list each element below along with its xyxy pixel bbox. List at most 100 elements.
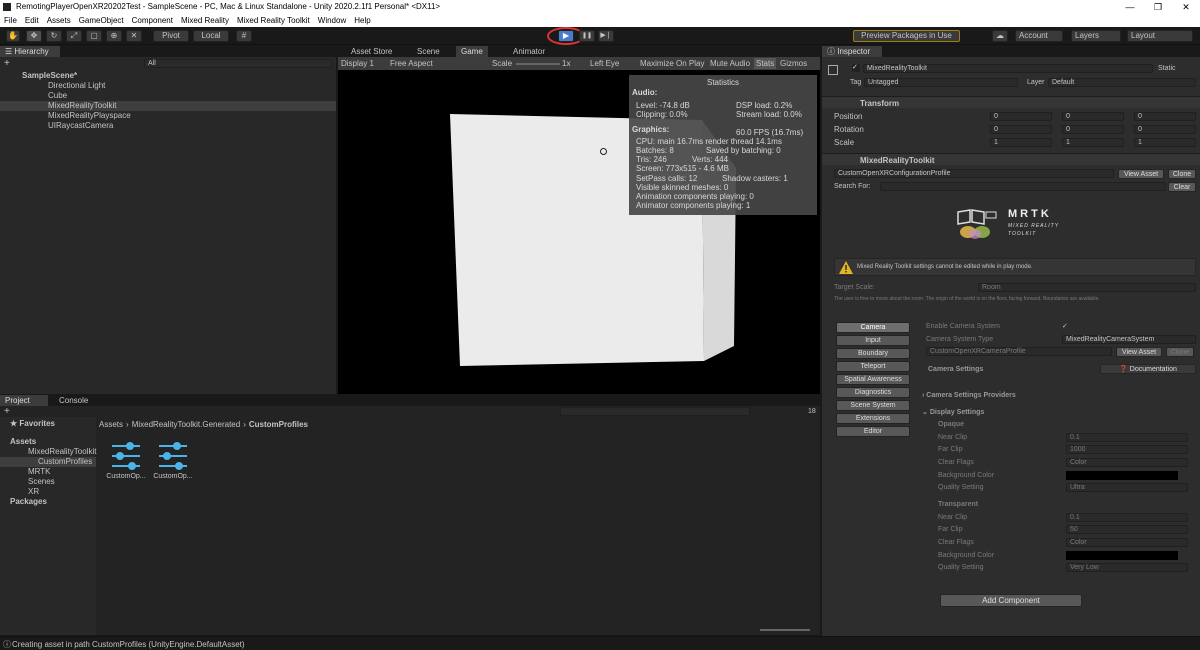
packages-item[interactable]: Packages: [0, 497, 96, 507]
add-component-button[interactable]: Add Component: [940, 594, 1082, 607]
nav-camera[interactable]: Camera: [836, 322, 910, 333]
tab-scene[interactable]: Scene: [412, 46, 445, 57]
scale-y[interactable]: 1: [1062, 138, 1124, 147]
cloud-icon[interactable]: ☁: [992, 30, 1008, 42]
assets-item[interactable]: Assets: [0, 437, 96, 447]
menu-component[interactable]: Component: [132, 14, 173, 27]
move-tool-icon[interactable]: ✥: [26, 30, 42, 42]
mute-audio-toggle[interactable]: Mute Audio: [710, 59, 750, 68]
enable-camera-checkbox[interactable]: ✓: [1062, 322, 1068, 330]
hand-tool-icon[interactable]: ✋: [6, 30, 20, 42]
tab-asset-store[interactable]: Asset Store: [346, 46, 397, 57]
menu-window[interactable]: Window: [318, 14, 346, 27]
tree-item[interactable]: MRTK: [0, 467, 96, 477]
hierarchy-item[interactable]: MixedRealityPlayspace: [0, 111, 336, 121]
menu-help[interactable]: Help: [354, 14, 370, 27]
transform-tool-icon[interactable]: ⊕: [106, 30, 122, 42]
zoom-slider[interactable]: [760, 629, 810, 631]
pivot-toggle[interactable]: Pivot: [153, 30, 189, 42]
documentation-button[interactable]: ❓ Documentation: [1100, 364, 1196, 374]
layers-dropdown[interactable]: Layers: [1071, 30, 1121, 42]
scale-tool-icon[interactable]: ⤢: [66, 30, 82, 42]
transparent-quality-dropdown[interactable]: Very Low: [1066, 563, 1188, 572]
nav-editor[interactable]: Editor: [836, 426, 910, 437]
rotation-y[interactable]: 0: [1062, 125, 1124, 134]
opaque-bg-swatch[interactable]: [1066, 471, 1178, 480]
scale-slider[interactable]: [516, 63, 560, 65]
menu-mixed-reality[interactable]: Mixed Reality: [181, 14, 229, 27]
menu-file[interactable]: File: [4, 14, 17, 27]
mrtk-profile-dropdown[interactable]: CustomOpenXRConfigurationProfile: [834, 169, 1114, 178]
breadcrumb-item[interactable]: Assets: [99, 420, 123, 429]
nav-spatial-awareness[interactable]: Spatial Awareness: [836, 374, 910, 385]
transparent-far-field[interactable]: 50: [1066, 525, 1188, 534]
breadcrumb-item[interactable]: CustomProfiles: [249, 420, 308, 429]
preview-packages-button[interactable]: Preview Packages in Use: [853, 30, 960, 42]
nav-boundary[interactable]: Boundary: [836, 348, 910, 359]
position-z[interactable]: 0: [1134, 112, 1196, 121]
project-search-input[interactable]: [560, 407, 750, 416]
rotation-z[interactable]: 0: [1134, 125, 1196, 134]
maximize-on-play-toggle[interactable]: Maximize On Play: [640, 59, 704, 68]
camera-system-type-dropdown[interactable]: MixedRealityCameraSystem: [1062, 335, 1196, 344]
opaque-quality-dropdown[interactable]: Ultra: [1066, 483, 1188, 492]
eye-dropdown[interactable]: Left Eye: [590, 59, 619, 68]
add-icon[interactable]: +: [4, 58, 10, 69]
tab-console[interactable]: Console: [54, 395, 93, 406]
tree-item[interactable]: CustomProfiles: [0, 457, 96, 467]
account-dropdown[interactable]: Account: [1015, 30, 1063, 42]
scale-z[interactable]: 1: [1134, 138, 1196, 147]
tree-item[interactable]: XR: [0, 487, 96, 497]
rotation-x[interactable]: 0: [990, 125, 1052, 134]
transparent-near-field[interactable]: 0.1: [1066, 513, 1188, 522]
hierarchy-item[interactable]: Cube: [0, 91, 336, 101]
search-for-input[interactable]: [880, 182, 1166, 191]
layer-dropdown[interactable]: Default: [1048, 78, 1196, 87]
close-button[interactable]: ✕: [1172, 0, 1200, 14]
maximize-button[interactable]: ❐: [1144, 0, 1172, 14]
nav-extensions[interactable]: Extensions: [836, 413, 910, 424]
scene-root[interactable]: SampleScene*: [0, 71, 336, 81]
display-settings-foldout[interactable]: ⌄ Display Settings: [922, 408, 984, 416]
rotate-tool-icon[interactable]: ↻: [46, 30, 62, 42]
step-button[interactable]: ▶❘: [598, 30, 614, 42]
clone-button[interactable]: Clone: [1168, 169, 1196, 179]
hierarchy-item[interactable]: UIRaycastCamera: [0, 121, 336, 131]
opaque-near-field[interactable]: 0.1: [1066, 433, 1188, 442]
position-x[interactable]: 0: [990, 112, 1052, 121]
hierarchy-tab[interactable]: ☰ Hierarchy: [0, 46, 60, 57]
asset-file[interactable]: CustomOp...: [106, 441, 146, 480]
opaque-flags-dropdown[interactable]: Color: [1066, 458, 1188, 467]
static-toggle[interactable]: Static: [1158, 65, 1176, 72]
tab-game[interactable]: Game: [456, 46, 488, 57]
favorites-item[interactable]: ★ Favorites: [0, 419, 96, 429]
inspector-tab[interactable]: ⓘ Inspector: [822, 46, 882, 57]
hierarchy-item[interactable]: Directional Light: [0, 81, 336, 91]
breadcrumb-item[interactable]: MixedRealityToolkit.Generated: [132, 420, 241, 429]
stats-toggle[interactable]: Stats: [754, 58, 777, 69]
display-dropdown[interactable]: Display 1: [341, 59, 374, 68]
object-name-field[interactable]: MixedRealityToolkit: [863, 64, 1153, 73]
transparent-bg-swatch[interactable]: [1066, 551, 1178, 560]
tab-project[interactable]: Project: [0, 395, 48, 406]
transform-header[interactable]: Transform: [822, 96, 1200, 108]
minimize-button[interactable]: —: [1116, 0, 1144, 14]
tag-dropdown[interactable]: Untagged: [864, 78, 1018, 87]
hierarchy-search-input[interactable]: All: [144, 59, 332, 68]
camera-profile-dropdown[interactable]: CustomOpenXRCameraProfile: [926, 347, 1112, 356]
menu-edit[interactable]: Edit: [25, 14, 39, 27]
rect-tool-icon[interactable]: ▢: [86, 30, 102, 42]
custom-tool-icon[interactable]: ✕: [126, 30, 142, 42]
menu-assets[interactable]: Assets: [47, 14, 71, 27]
transparent-flags-dropdown[interactable]: Color: [1066, 538, 1188, 547]
mrtk-component-header[interactable]: MixedRealityToolkit: [822, 153, 1200, 165]
nav-diagnostics[interactable]: Diagnostics: [836, 387, 910, 398]
clear-button[interactable]: Clear: [1168, 182, 1196, 192]
asset-file[interactable]: CustomOp...: [153, 441, 193, 480]
nav-teleport[interactable]: Teleport: [836, 361, 910, 372]
nav-scene-system[interactable]: Scene System: [836, 400, 910, 411]
menu-gameobject[interactable]: GameObject: [79, 14, 124, 27]
grid-snap-icon[interactable]: #: [236, 30, 252, 42]
view-asset-button[interactable]: View Asset: [1118, 169, 1164, 179]
hierarchy-item[interactable]: MixedRealityToolkit: [0, 101, 336, 111]
